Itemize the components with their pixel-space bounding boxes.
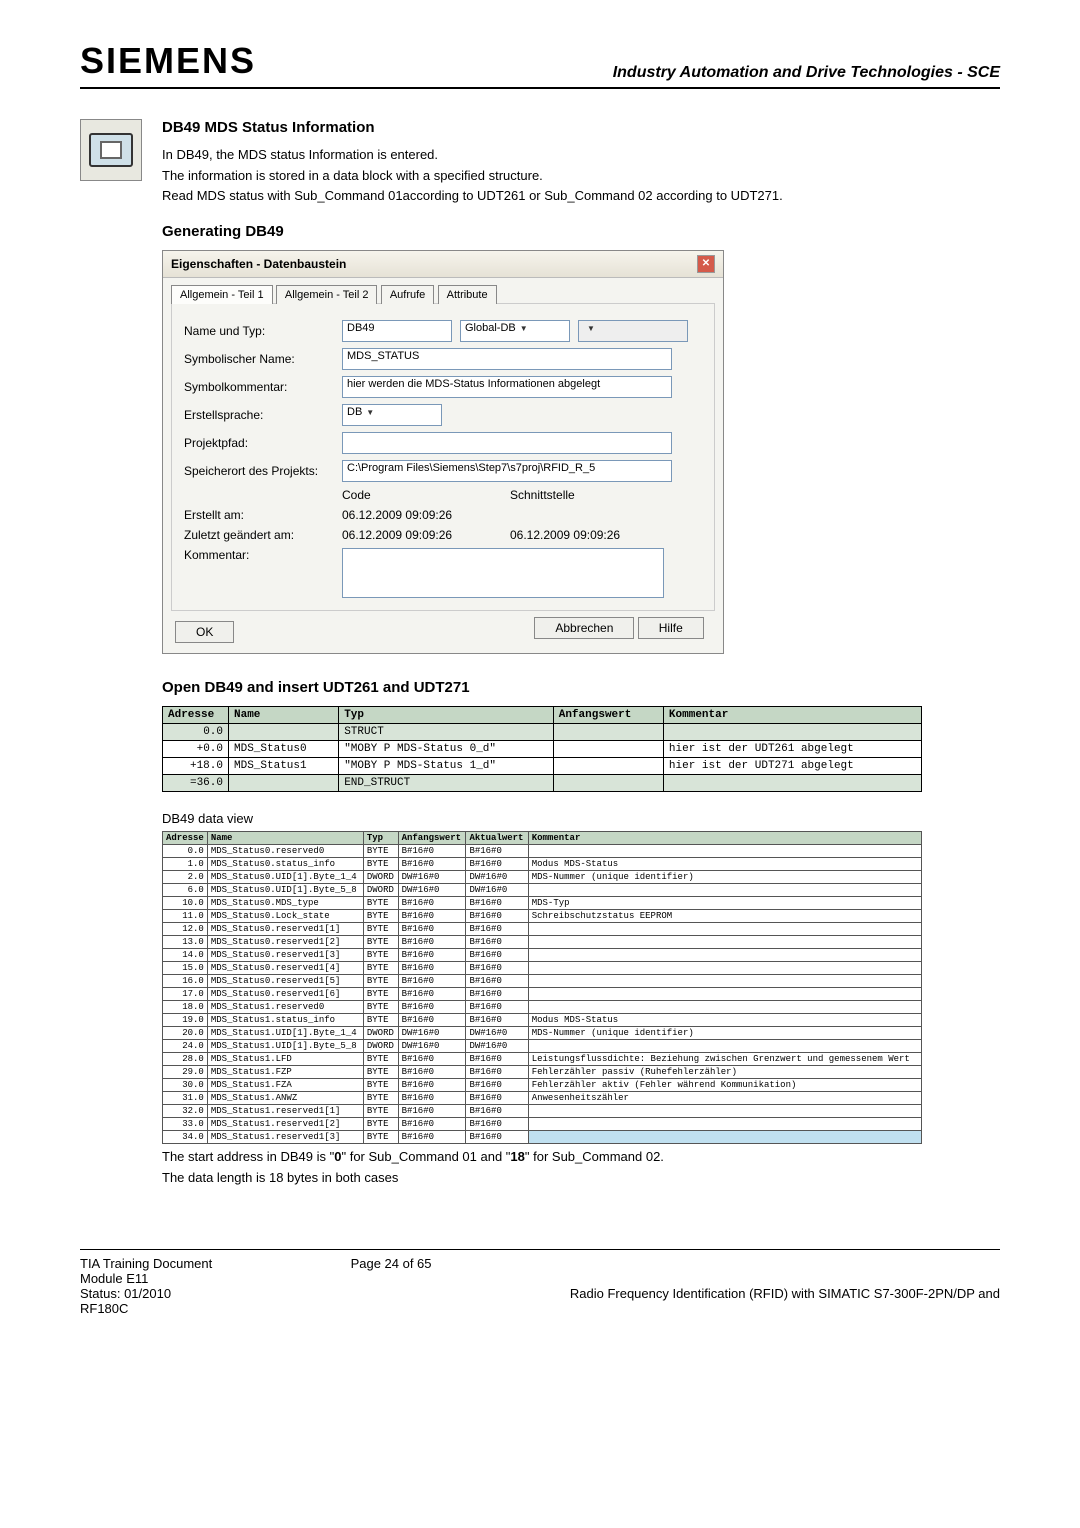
after-table-line-2: The data length is 18 bytes in both case… [162, 1169, 1000, 1187]
tab-attribute[interactable]: Attribute [438, 285, 497, 304]
dialog-tabs: Allgemein - Teil 1 Allgemein - Teil 2 Au… [163, 278, 723, 303]
table-row[interactable]: 6.0MDS_Status0.UID[1].Byte_5_8DWORDDW#16… [163, 884, 922, 897]
section-title-db49: DB49 MDS Status Information [162, 119, 1000, 136]
table-row[interactable]: 32.0MDS_Status1.reserved1[1]BYTEB#16#0B#… [163, 1105, 922, 1118]
properties-dialog: Eigenschaften - Datenbaustein ✕ Allgemei… [162, 250, 724, 654]
footer-left-3: Status: 01/2010 [80, 1286, 212, 1301]
dropdown-disabled [578, 320, 688, 342]
intro-line-3: Read MDS status with Sub_Command 01accor… [162, 187, 1000, 205]
dialog-title: Eigenschaften - Datenbaustein [171, 257, 346, 271]
after-table-line-1: The start address in DB49 is "0" for Sub… [162, 1148, 1000, 1166]
dropdown-type[interactable]: Global-DB [460, 320, 570, 342]
table-row[interactable]: 16.0MDS_Status0.reserved1[5]BYTEB#16#0B#… [163, 975, 922, 988]
page-footer: TIA Training Document Module E11 Status:… [80, 1256, 1000, 1316]
value-zuletzt-code: 06.12.2009 09:09:26 [342, 528, 502, 542]
footer-right: Radio Frequency Identification (RFID) wi… [570, 1286, 1000, 1301]
dropdown-sprache[interactable]: DB [342, 404, 442, 426]
table-row[interactable]: =36.0END_STRUCT [163, 774, 922, 791]
header-subtitle: Industry Automation and Drive Technologi… [613, 64, 1000, 82]
label-projpfad: Projektpfad: [184, 436, 334, 450]
table-row[interactable]: 1.0MDS_Status0.status_infoBYTEB#16#0B#16… [163, 858, 922, 871]
section-title-data-view: DB49 data view [162, 810, 1000, 828]
input-sym-name[interactable]: MDS_STATUS [342, 348, 672, 370]
label-sym-name: Symbolischer Name: [184, 352, 334, 366]
tab-allgemein-2[interactable]: Allgemein - Teil 2 [276, 285, 378, 304]
monitor-icon [80, 119, 142, 181]
value-zuletzt-schnitt: 06.12.2009 09:09:26 [510, 528, 620, 542]
struct-table: AdresseNameTypAnfangswertKommentar 0.0ST… [162, 706, 922, 792]
intro-line-2: The information is stored in a data bloc… [162, 167, 1000, 185]
label-erst-spr: Erstellsprache: [184, 408, 334, 422]
table-row[interactable]: 0.0STRUCT [163, 723, 922, 740]
table-row[interactable]: 31.0MDS_Status1.ANWZBYTEB#16#0B#16#0Anwe… [163, 1092, 922, 1105]
footer-divider [80, 1249, 1000, 1250]
data-view-table: AdresseNameTypAnfangswertAktualwertKomme… [162, 831, 922, 1144]
siemens-logo: SIEMENS [80, 40, 256, 82]
footer-left-4: RF180C [80, 1301, 212, 1316]
input-projpfad[interactable] [342, 432, 672, 454]
table-row[interactable]: 2.0MDS_Status0.UID[1].Byte_1_4DWORDDW#16… [163, 871, 922, 884]
label-sym-kom: Symbolkommentar: [184, 380, 334, 394]
label-name-typ: Name und Typ: [184, 324, 334, 338]
table-row[interactable]: 15.0MDS_Status0.reserved1[4]BYTEB#16#0B#… [163, 962, 922, 975]
table-row[interactable]: 14.0MDS_Status0.reserved1[3]BYTEB#16#0B#… [163, 949, 922, 962]
table-row[interactable]: 29.0MDS_Status1.FZPBYTEB#16#0B#16#0Fehle… [163, 1066, 922, 1079]
table-row[interactable]: 17.0MDS_Status0.reserved1[6]BYTEB#16#0B#… [163, 988, 922, 1001]
table-row[interactable]: 12.0MDS_Status0.reserved1[1]BYTEB#16#0B#… [163, 923, 922, 936]
label-code: Code [342, 488, 502, 502]
table-row[interactable]: +0.0MDS_Status0"MOBY P MDS-Status 0_d"hi… [163, 740, 922, 757]
tab-aufrufe[interactable]: Aufrufe [381, 285, 434, 304]
label-zuletzt: Zuletzt geändert am: [184, 528, 334, 542]
value-erstellt: 06.12.2009 09:09:26 [342, 508, 502, 522]
label-speicher: Speicherort des Projekts: [184, 464, 334, 478]
table-row[interactable]: 33.0MDS_Status1.reserved1[2]BYTEB#16#0B#… [163, 1118, 922, 1131]
help-button[interactable]: Hilfe [638, 617, 704, 639]
label-kommentar: Kommentar: [184, 548, 334, 562]
table-row[interactable]: +18.0MDS_Status1"MOBY P MDS-Status 1_d"h… [163, 757, 922, 774]
textarea-kommentar[interactable] [342, 548, 664, 598]
table-row[interactable]: 20.0MDS_Status1.UID[1].Byte_1_4DWORDDW#1… [163, 1027, 922, 1040]
table-row[interactable]: 11.0MDS_Status0.Lock_stateBYTEB#16#0B#16… [163, 910, 922, 923]
table-row[interactable]: 24.0MDS_Status1.UID[1].Byte_5_8DWORDDW#1… [163, 1040, 922, 1053]
table-row[interactable]: 28.0MDS_Status1.LFDBYTEB#16#0B#16#0Leist… [163, 1053, 922, 1066]
table-row[interactable]: 18.0MDS_Status1.reserved0BYTEB#16#0B#16#… [163, 1001, 922, 1014]
table-row[interactable]: 0.0MDS_Status0.reserved0BYTEB#16#0B#16#0 [163, 845, 922, 858]
footer-left-2: Module E11 [80, 1271, 212, 1286]
input-sym-kom[interactable]: hier werden die MDS-Status Informationen… [342, 376, 672, 398]
table-row[interactable]: 34.0MDS_Status1.reserved1[3]BYTEB#16#0B#… [163, 1131, 922, 1144]
input-name[interactable]: DB49 [342, 320, 452, 342]
table-row[interactable]: 30.0MDS_Status1.FZABYTEB#16#0B#16#0Fehle… [163, 1079, 922, 1092]
label-schnittstelle: Schnittstelle [510, 488, 575, 502]
ok-button[interactable]: OK [175, 621, 234, 643]
page-header: SIEMENS Industry Automation and Drive Te… [80, 40, 1000, 89]
intro-line-1: In DB49, the MDS status Information is e… [162, 146, 1000, 164]
label-erstellt: Erstellt am: [184, 508, 334, 522]
footer-left-1: TIA Training Document [80, 1256, 212, 1271]
close-icon[interactable]: ✕ [697, 255, 715, 273]
table-row[interactable]: 13.0MDS_Status0.reserved1[2]BYTEB#16#0B#… [163, 936, 922, 949]
section-title-open-db49: Open DB49 and insert UDT261 and UDT271 [162, 679, 1000, 696]
table-row[interactable]: 19.0MDS_Status1.status_infoBYTEB#16#0B#1… [163, 1014, 922, 1027]
input-speicher[interactable]: C:\Program Files\Siemens\Step7\s7proj\RF… [342, 460, 672, 482]
footer-center: Page 24 of 65 [351, 1256, 432, 1271]
table-row[interactable]: 10.0MDS_Status0.MDS_typeBYTEB#16#0B#16#0… [163, 897, 922, 910]
section-title-generating: Generating DB49 [162, 223, 1000, 240]
tab-allgemein-1[interactable]: Allgemein - Teil 1 [171, 285, 273, 304]
cancel-button[interactable]: Abbrechen [534, 617, 634, 639]
